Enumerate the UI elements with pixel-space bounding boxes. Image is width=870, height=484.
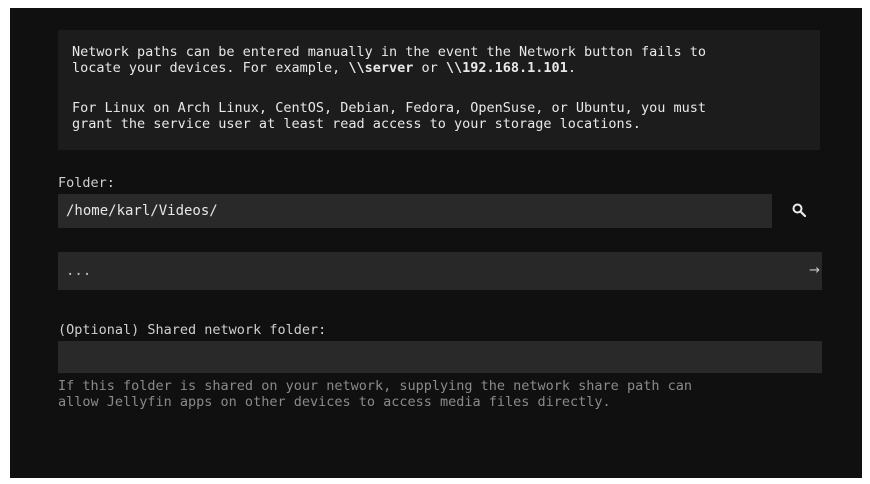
network-paths-note: Network paths can be entered manually in… — [72, 44, 706, 76]
path-list-item[interactable]: ... → — [58, 252, 822, 290]
note-line-1: Network paths can be entered manually in… — [72, 44, 706, 60]
arrow-right-icon: → — [809, 263, 820, 278]
search-icon — [792, 202, 807, 221]
search-button[interactable] — [784, 196, 814, 226]
help-line-2: allow Jellyfin apps on other devices to … — [58, 394, 611, 410]
dialog-panel: Network paths can be entered manually in… — [10, 8, 862, 478]
help-line-1: If this folder is shared on your network… — [58, 378, 692, 394]
example-ip: \\192.168.1.101 — [445, 60, 568, 76]
linux-line-1: For Linux on Arch Linux, CentOS, Debian,… — [72, 100, 706, 116]
folder-input[interactable]: /home/karl/Videos/ — [58, 194, 772, 228]
info-box: Network paths can be entered manually in… — [58, 30, 820, 150]
linux-line-2: grant the service user at least read acc… — [72, 116, 641, 132]
shared-folder-input[interactable] — [58, 341, 822, 373]
note-period: . — [567, 60, 576, 76]
shared-folder-help: If this folder is shared on your network… — [58, 378, 692, 410]
example-server: \\server — [348, 60, 414, 76]
path-item-text: ... — [66, 263, 92, 279]
note-line-2: locate your devices. For example, — [72, 60, 349, 76]
folder-label: Folder: — [58, 175, 115, 191]
note-or: or — [413, 60, 446, 76]
shared-folder-label: (Optional) Shared network folder: — [58, 322, 327, 338]
linux-permissions-note: For Linux on Arch Linux, CentOS, Debian,… — [72, 100, 706, 132]
